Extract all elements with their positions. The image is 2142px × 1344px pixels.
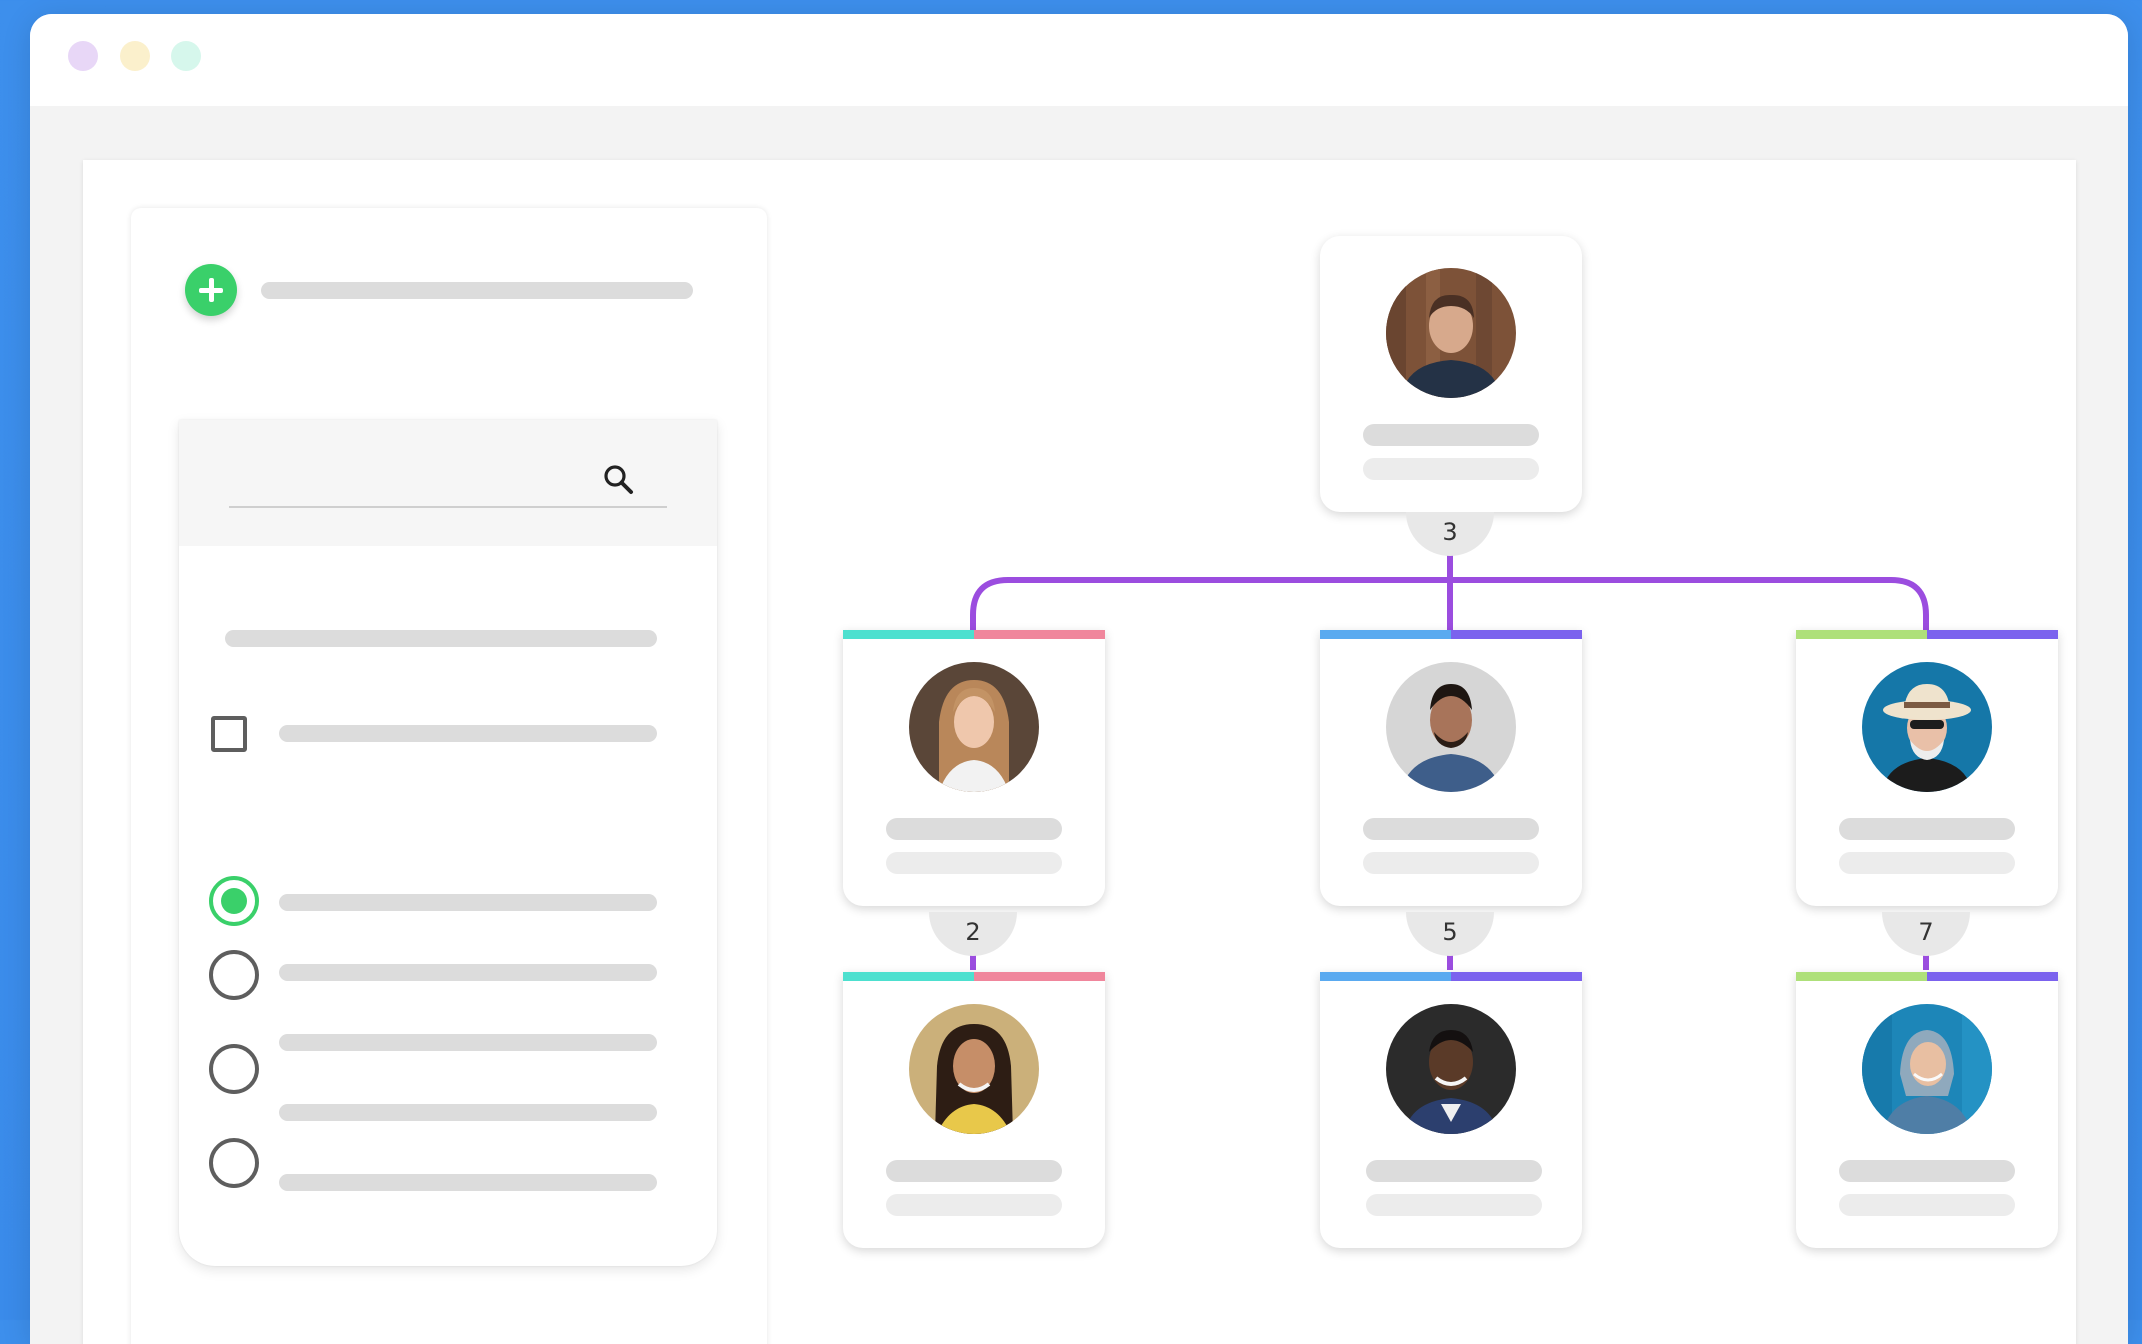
card-accent-stripe [1796, 630, 1927, 639]
card-accent-stripe [1320, 630, 1451, 639]
employee-title-placeholder [1839, 852, 2015, 874]
report-card-3[interactable] [1796, 972, 2058, 1248]
card-accent-stripe [1451, 972, 1582, 981]
employee-avatar [909, 662, 1039, 792]
root-employee-card[interactable] [1320, 236, 1582, 512]
employee-title-placeholder [886, 1194, 1062, 1216]
card-accent-stripe [843, 630, 974, 639]
employee-name-placeholder [1839, 818, 2015, 840]
title-bar [30, 14, 2128, 106]
employee-title-placeholder [1366, 1194, 1542, 1216]
employee-name-placeholder [1363, 818, 1539, 840]
report-card-1[interactable] [843, 972, 1105, 1248]
close-window-button[interactable] [68, 41, 98, 71]
maximize-window-button[interactable] [171, 41, 201, 71]
employee-avatar [1386, 268, 1516, 398]
manager-card-1[interactable] [843, 630, 1105, 906]
card-accent-stripe [974, 630, 1105, 639]
manager-card-3[interactable] [1796, 630, 2058, 906]
employee-avatar [1386, 1004, 1516, 1134]
employee-name-placeholder [1363, 424, 1539, 446]
employee-title-placeholder [1839, 1194, 2015, 1216]
card-accent-stripe [1796, 972, 1927, 981]
employee-title-placeholder [1363, 458, 1539, 480]
employee-name-placeholder [1366, 1160, 1542, 1182]
main-canvas: 3 2 5 7 [83, 160, 2076, 1344]
employee-title-placeholder [1363, 852, 1539, 874]
employee-title-placeholder [886, 852, 1062, 874]
app-window: 3 2 5 7 [30, 14, 2128, 1344]
card-accent-stripe [974, 972, 1105, 981]
employee-name-placeholder [886, 1160, 1062, 1182]
minimize-window-button[interactable] [120, 41, 150, 71]
card-accent-stripe [1451, 630, 1582, 639]
employee-avatar [1862, 1004, 1992, 1134]
employee-name-placeholder [1839, 1160, 2015, 1182]
employee-avatar [1386, 662, 1516, 792]
card-accent-stripe [843, 972, 974, 981]
employee-name-placeholder [886, 818, 1062, 840]
report-card-2[interactable] [1320, 972, 1582, 1248]
employee-avatar [909, 1004, 1039, 1134]
manager-card-2[interactable] [1320, 630, 1582, 906]
card-accent-stripe [1927, 972, 2058, 981]
card-accent-stripe [1927, 630, 2058, 639]
employee-avatar [1862, 662, 1992, 792]
card-accent-stripe [1320, 972, 1451, 981]
